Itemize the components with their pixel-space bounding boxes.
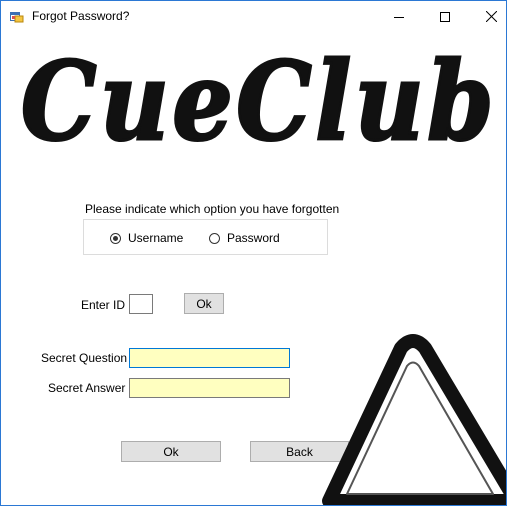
forgot-password-window: Forgot Password? CueClub Please indicate…	[0, 0, 507, 506]
option-prompt: Please indicate which option you have fo…	[85, 202, 340, 216]
close-icon	[485, 11, 497, 22]
id-ok-button[interactable]: Ok	[184, 293, 224, 314]
enter-id-label: Enter ID	[81, 298, 126, 312]
username-radio[interactable]: Username	[110, 231, 183, 245]
secret-question-label: Secret Question	[41, 351, 128, 365]
maximize-icon	[440, 11, 450, 22]
maximize-button[interactable]	[422, 1, 468, 32]
window-title: Forgot Password?	[32, 9, 130, 23]
close-button[interactable]	[468, 1, 506, 32]
app-icon	[10, 10, 24, 23]
option-group: Username Password	[83, 219, 328, 255]
id-input[interactable]	[129, 294, 153, 314]
radio-checked-icon	[110, 232, 121, 244]
ok-button[interactable]: Ok	[121, 441, 221, 462]
radio-unchecked-icon	[209, 232, 220, 244]
title-bar[interactable]: Forgot Password?	[1, 1, 506, 32]
secret-answer-input[interactable]	[129, 378, 290, 398]
minimize-button[interactable]	[376, 1, 422, 32]
username-radio-label: Username	[128, 231, 184, 245]
password-radio-label: Password	[227, 231, 280, 245]
billiard-rack-icon	[322, 334, 506, 505]
password-radio[interactable]: Password	[209, 231, 280, 245]
secret-answer-label: Secret Answer	[48, 381, 126, 395]
secret-question-input[interactable]	[129, 348, 290, 368]
svg-text:CueClub: CueClub	[21, 39, 497, 161]
cueclub-logo: CueClub	[21, 38, 497, 162]
minimize-icon	[394, 12, 404, 22]
